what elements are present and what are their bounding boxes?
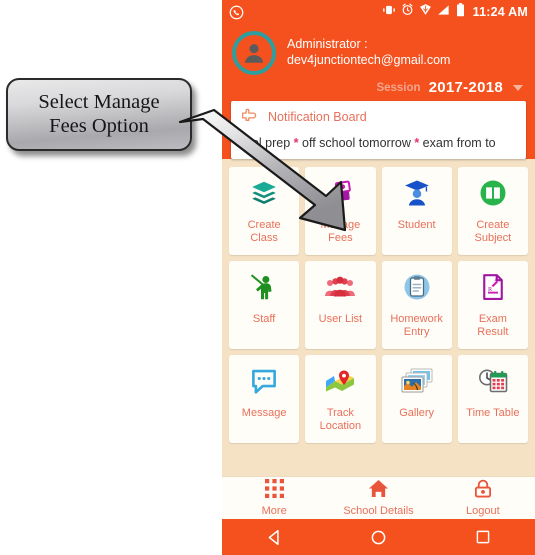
tile-staff[interactable]: Staff	[229, 261, 300, 349]
bottom-nav-more[interactable]: More	[222, 479, 326, 517]
pointing-hand-icon	[241, 107, 258, 127]
tile-label: Create Subject	[474, 219, 512, 244]
tile-user-list[interactable]: User List	[305, 261, 376, 349]
bottom-nav-logout[interactable]: Logout	[431, 479, 535, 517]
gps-icon	[419, 3, 432, 21]
photos-icon	[401, 355, 433, 407]
svg-text:A: A	[494, 276, 499, 283]
tile-label: Student	[397, 219, 436, 231]
layers-icon	[249, 167, 279, 219]
session-selector[interactable]: Session 2017-2018	[232, 75, 525, 101]
session-value[interactable]: 2017-2018	[429, 79, 503, 96]
result-document-icon: A R	[478, 261, 508, 313]
tile-gallery[interactable]: Gallery	[381, 355, 452, 443]
grid-icon	[264, 479, 284, 503]
recents-square-icon[interactable]	[431, 529, 535, 545]
vibrate-icon	[382, 3, 396, 21]
annotation-line-2: Fees Option	[49, 114, 149, 137]
tile-homework-entry[interactable]: Homework Entry	[381, 261, 452, 349]
user-row: Administrator : dev4junctiontech@gmail.c…	[232, 31, 525, 75]
map-pin-icon	[324, 355, 356, 407]
app-header: Administrator : dev4junctiontech@gmail.c…	[222, 24, 535, 101]
tile-exam-result[interactable]: A R Exam Result	[457, 261, 528, 349]
tile-label: Message	[241, 407, 287, 419]
battery-icon	[456, 2, 465, 22]
graduate-icon	[402, 167, 432, 219]
notification-board-card[interactable]: Notification Board ool prep * off school…	[231, 101, 526, 159]
back-triangle-icon[interactable]	[222, 529, 326, 546]
annotation-line-1: Select Manage	[38, 90, 160, 113]
phone-screenshot: 11:24 AM Administrator : dev4junctiontec…	[222, 0, 535, 555]
notification-ticker: ool prep * off school tomorrow * exam fr…	[231, 130, 526, 159]
bottom-nav-school-details[interactable]: School Details	[326, 479, 430, 517]
home-icon	[368, 479, 389, 503]
status-bar: 11:24 AM	[222, 0, 535, 24]
status-time: 11:24 AM	[472, 5, 528, 19]
signal-icon	[437, 3, 451, 21]
dashboard-grid: Create Class Manage Fees Student Create …	[222, 159, 535, 443]
notification-header: Notification Board	[231, 101, 526, 130]
tile-message[interactable]: Message	[229, 355, 300, 443]
tile-label: Exam Result	[477, 313, 509, 338]
session-label: Session	[376, 81, 421, 94]
teacher-icon	[249, 261, 279, 313]
tile-student[interactable]: Student	[381, 167, 452, 255]
annotation-text: Select Manage Fees Option	[38, 91, 159, 139]
tile-label: Gallery	[399, 407, 435, 419]
ticker-mid: off school tomorrow	[298, 136, 415, 150]
bottom-nav-label: Logout	[465, 505, 500, 517]
home-circle-icon[interactable]	[326, 529, 430, 546]
clipboard-icon	[402, 261, 432, 313]
bottom-nav-label: More	[261, 505, 287, 517]
tile-manage-fees[interactable]: Manage Fees	[305, 167, 376, 255]
user-avatar-icon[interactable]	[232, 31, 276, 75]
calendar-clock-icon	[477, 355, 509, 407]
android-nav-bar	[222, 519, 535, 555]
ticker-post: exam from to	[419, 136, 496, 150]
lock-icon	[474, 479, 492, 503]
notification-title: Notification Board	[268, 110, 367, 124]
user-email: dev4junctiontech@gmail.com	[287, 53, 451, 67]
chevron-down-icon[interactable]	[513, 84, 523, 91]
chat-bubble-icon	[249, 355, 279, 407]
tile-label: Homework Entry	[390, 313, 443, 338]
whatsapp-icon	[229, 5, 244, 20]
tile-create-subject[interactable]: Create Subject	[457, 167, 528, 255]
tile-create-class[interactable]: Create Class	[229, 167, 300, 255]
ticker-pre: ool prep	[245, 136, 294, 150]
tile-label: Manage Fees	[320, 219, 361, 244]
tile-track-location[interactable]: Track Location	[305, 355, 376, 443]
alarm-icon	[401, 3, 414, 21]
notification-wrap: Notification Board ool prep * off school…	[222, 101, 535, 159]
user-info: Administrator : dev4junctiontech@gmail.c…	[287, 37, 450, 68]
tile-time-table[interactable]: Time Table	[457, 355, 528, 443]
tile-label: Track Location	[319, 407, 362, 432]
tile-label: User List	[318, 313, 363, 325]
book-icon	[478, 167, 508, 219]
bottom-nav-bar: More School Details Logout	[222, 476, 535, 519]
annotation-callout: Select Manage Fees Option	[6, 78, 192, 151]
bottom-nav-label: School Details	[343, 505, 414, 517]
tile-label: Staff	[252, 313, 276, 325]
people-icon	[324, 261, 356, 313]
tile-label: Time Table	[466, 407, 520, 419]
user-role-label: Administrator :	[287, 37, 368, 52]
tile-label: Create Class	[247, 219, 281, 244]
money-icon	[325, 167, 355, 219]
